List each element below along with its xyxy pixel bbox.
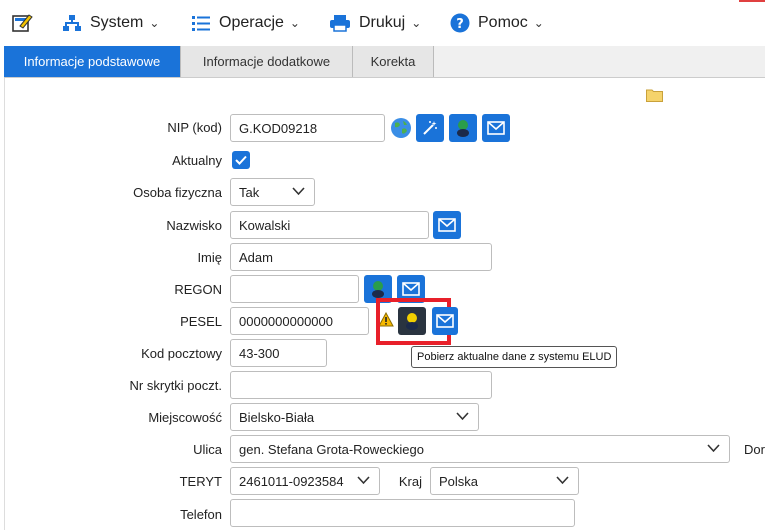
kraj-value: Polska	[439, 473, 479, 489]
miejscowosc-value: Bielsko-Biała	[239, 409, 315, 425]
regon-label: REGON	[174, 282, 222, 297]
pesel-mail-button[interactable]	[432, 307, 458, 335]
chevron-down-icon	[556, 476, 569, 485]
pesel-label: PESEL	[180, 314, 222, 329]
chevron-down-icon	[707, 444, 720, 453]
menu-system-label: System	[90, 14, 144, 31]
menu-drukuj[interactable]: Drukuj ⌄	[329, 12, 421, 34]
elud-fetch-button[interactable]	[398, 307, 426, 335]
teryt-label: TERYT	[179, 474, 222, 489]
nip-label: NIP (kod)	[167, 120, 222, 135]
printer-icon	[330, 15, 350, 32]
chevron-down-icon: ⌄	[289, 16, 300, 30]
magic-wand-icon	[423, 121, 437, 135]
tab-informacje-dodatkowe[interactable]: Informacje dodatkowe	[181, 46, 353, 77]
magic-wand-button[interactable]	[416, 114, 444, 142]
osoba-fizyczna-value: Tak	[239, 184, 260, 200]
osoba-fizyczna-label: Osoba fizyczna	[133, 185, 222, 200]
chevron-down-icon: ⌄	[533, 16, 544, 30]
telefon-input[interactable]	[230, 499, 575, 527]
teryt-select[interactable]: 2461011-0923584	[230, 467, 380, 495]
imie-label: Imię	[197, 250, 222, 265]
envelope-icon	[402, 282, 420, 296]
help-icon: ?	[450, 13, 470, 33]
miejscowosc-label: Miejscowość	[148, 410, 222, 425]
envelope-icon	[487, 121, 505, 135]
kraj-select[interactable]: Polska	[430, 467, 579, 495]
kod-pocztowy-label: Kod pocztowy	[141, 346, 222, 361]
elud-tooltip: Pobierz aktualne dane z systemu ELUD	[411, 346, 618, 368]
person-status-icon	[457, 120, 469, 137]
tab-informacje-podstawowe[interactable]: Informacje podstawowe	[4, 46, 181, 77]
regon-input[interactable]	[230, 275, 359, 303]
nr-skrytki-label: Nr skrytki poczt.	[129, 378, 222, 393]
pesel-input[interactable]: 0000000000000	[230, 307, 369, 335]
dom-label: Dor	[744, 442, 765, 457]
checkmark-icon	[235, 155, 247, 165]
menu-pomoc[interactable]: ? Pomoc ⌄	[450, 12, 544, 34]
nazwisko-mail-button[interactable]	[433, 211, 461, 239]
teryt-value: 2461011-0923584	[239, 473, 344, 489]
chevron-down-icon: ⌄	[411, 16, 422, 30]
chevron-down-icon	[357, 476, 370, 485]
kraj-label: Kraj	[398, 474, 422, 489]
globe-icon[interactable]	[390, 117, 412, 142]
chevron-down-icon	[292, 187, 305, 196]
app-edit-icon[interactable]	[11, 12, 33, 34]
menu-bar: System ⌄ Operacje ⌄ Drukuj ⌄ ? Pomoc ⌄	[0, 0, 765, 46]
envelope-icon	[438, 218, 456, 232]
imie-input[interactable]: Adam	[230, 243, 492, 271]
person-status-icon	[372, 281, 384, 298]
chevron-down-icon	[456, 412, 469, 421]
nazwisko-input[interactable]: Kowalski	[230, 211, 429, 239]
svg-text:?: ?	[456, 17, 464, 32]
menu-operacje[interactable]: Operacje ⌄	[191, 12, 300, 34]
ulica-label: Ulica	[193, 442, 222, 457]
nazwisko-label: Nazwisko	[166, 218, 222, 233]
osoba-fizyczna-select[interactable]: Tak	[230, 178, 315, 206]
kod-pocztowy-input[interactable]: 43-300	[230, 339, 327, 367]
tab-korekta[interactable]: Korekta	[353, 46, 434, 77]
person-status-icon	[406, 313, 418, 330]
menu-system[interactable]: System ⌄	[62, 12, 159, 34]
list-icon	[192, 16, 210, 31]
aktualny-checkbox[interactable]	[232, 151, 250, 169]
telefon-label: Telefon	[180, 507, 222, 522]
aktualny-label: Aktualny	[172, 153, 222, 168]
envelope-icon	[436, 314, 454, 328]
menu-operacje-label: Operacje	[219, 14, 284, 31]
menu-pomoc-label: Pomoc	[478, 14, 528, 31]
folder-icon[interactable]	[646, 88, 663, 105]
nip-input[interactable]: G.KOD09218	[230, 114, 385, 142]
tab-bar: Informacje podstawowe Informacje dodatko…	[4, 46, 765, 78]
chevron-down-icon: ⌄	[149, 16, 160, 30]
menu-drukuj-label: Drukuj	[359, 14, 406, 31]
window-edge-marker	[739, 0, 765, 10]
gus-lookup-button[interactable]	[449, 114, 477, 142]
nr-skrytki-input[interactable]	[230, 371, 492, 399]
nip-mail-button[interactable]	[482, 114, 510, 142]
ulica-value: gen. Stefana Grota-Roweckiego	[239, 441, 424, 457]
miejscowosc-select[interactable]: Bielsko-Biała	[230, 403, 479, 431]
sitemap-icon	[63, 15, 81, 31]
ulica-select[interactable]: gen. Stefana Grota-Roweckiego	[230, 435, 730, 463]
